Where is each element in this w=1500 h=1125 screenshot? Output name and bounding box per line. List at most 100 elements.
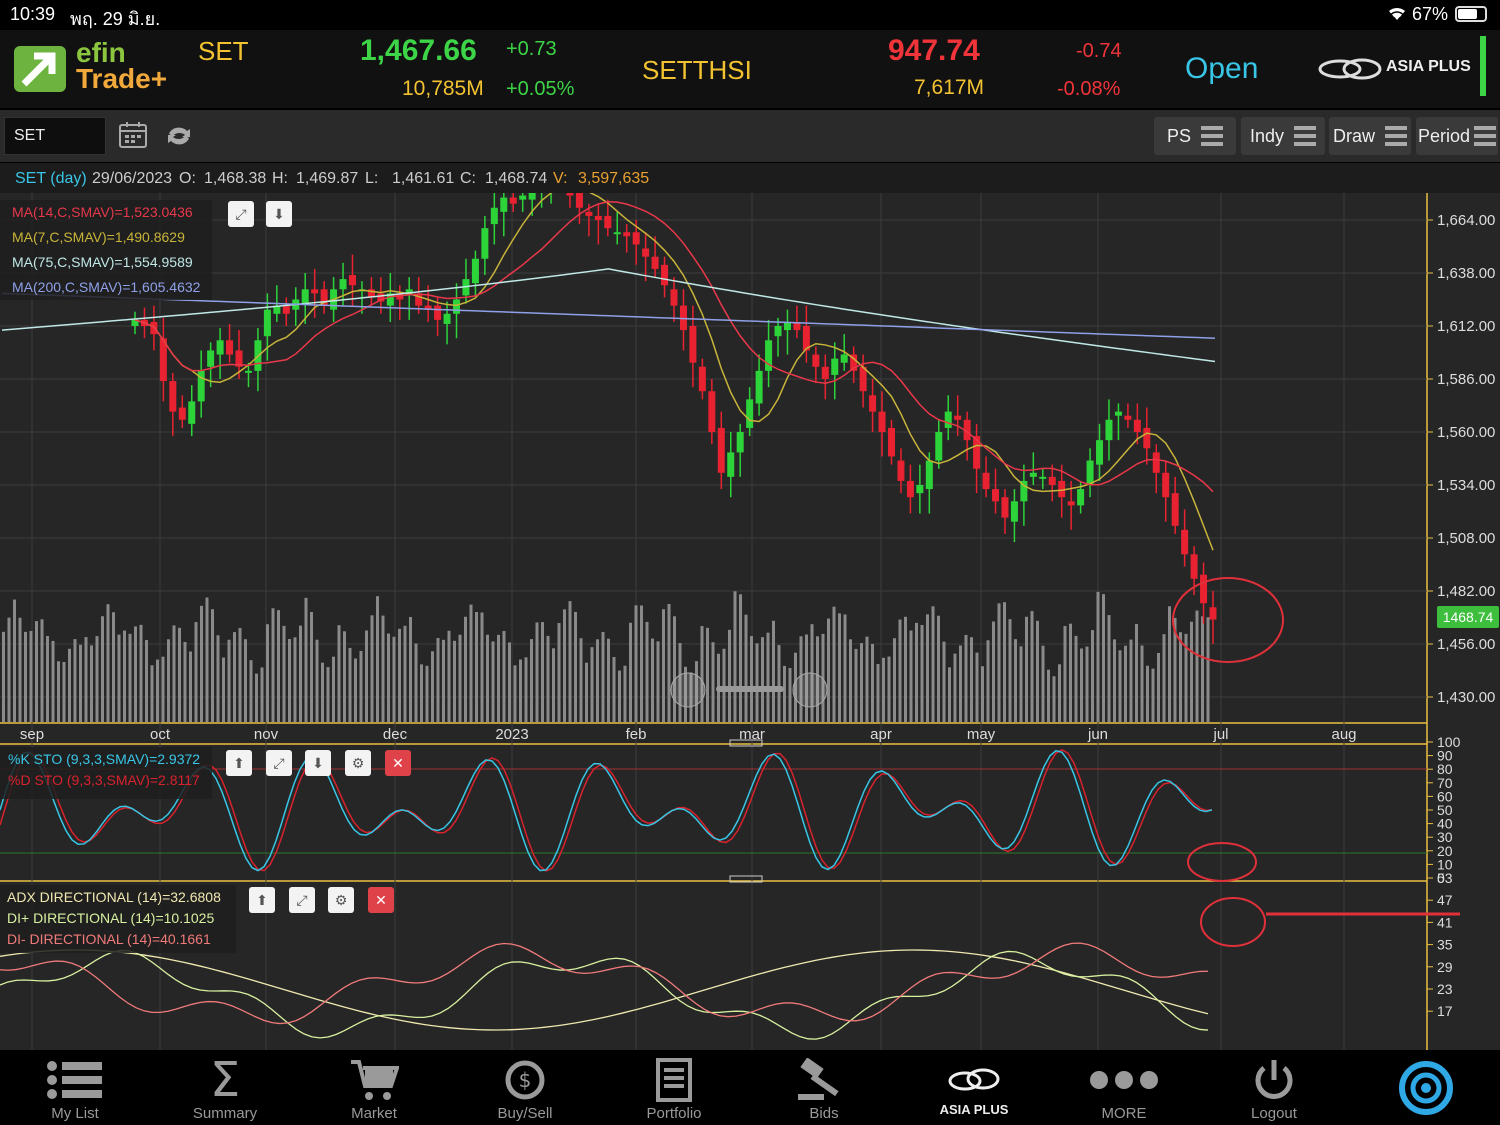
nav-portfolio[interactable]: Portfolio — [599, 1052, 749, 1125]
nav-summary[interactable]: Σ Summary — [150, 1052, 300, 1125]
x-tick-label: jul — [1212, 726, 1228, 743]
x-tick-label: dec — [383, 726, 408, 743]
refresh-icon[interactable] — [164, 122, 194, 150]
volume-bar — [750, 636, 753, 722]
nav-label: Logout — [1251, 1105, 1297, 1122]
x-tick-label: oct — [150, 726, 171, 743]
settings-gear-icon[interactable]: ⚙ — [328, 887, 354, 913]
market-status: Open — [1185, 52, 1259, 85]
volume-bar — [882, 657, 885, 722]
volume-bar — [326, 667, 330, 722]
candle-body — [1209, 607, 1217, 620]
candle-body — [528, 193, 536, 200]
volume-bar — [612, 657, 616, 722]
volume-bar — [431, 651, 434, 722]
calendar-icon[interactable] — [118, 120, 148, 150]
candle-body — [698, 366, 706, 392]
volume-bar — [442, 639, 445, 722]
arrow-up-icon[interactable]: ⬆ — [249, 887, 275, 913]
volume-bar — [1003, 602, 1006, 722]
scroll-handle — [716, 686, 784, 692]
candle-body — [755, 370, 763, 404]
nav-label: ASIA PLUS — [939, 1102, 1009, 1117]
volume-bar — [1069, 623, 1072, 722]
volume-bar — [178, 627, 181, 722]
volume-bar — [975, 652, 979, 722]
volume-bar — [964, 634, 968, 722]
volume-bar — [222, 657, 225, 722]
y-tick-label: 1,664.00 — [1437, 212, 1495, 229]
volume-bar — [46, 636, 49, 722]
adx-tick-label: 17 — [1437, 1003, 1453, 1019]
asiaplus-logo-icon — [1318, 54, 1382, 84]
volume-bar — [409, 616, 412, 722]
close-icon[interactable]: ✕ — [385, 750, 411, 776]
nav-bids[interactable]: Bids — [749, 1052, 899, 1125]
volume-bar — [73, 639, 77, 722]
volume-bar — [1047, 669, 1050, 722]
nav-market[interactable]: Market — [299, 1052, 449, 1125]
y-tick-label: 1,430.00 — [1437, 689, 1495, 706]
volume-bar — [161, 656, 165, 722]
volume-bar — [277, 610, 280, 722]
candle-body — [434, 305, 442, 320]
symbol-input[interactable] — [4, 117, 106, 155]
nav-logout[interactable]: Logout — [1199, 1052, 1349, 1125]
volume-bar — [29, 630, 33, 722]
indy-button[interactable]: Indy — [1241, 117, 1325, 155]
period-button[interactable]: Period — [1416, 117, 1498, 155]
candle-body — [1010, 501, 1018, 522]
market-header: efin Trade+ SET 1,467.66 +0.73 10,785M +… — [0, 30, 1500, 108]
settings-gear-icon[interactable]: ⚙ — [345, 750, 371, 776]
broker-name: ASIA PLUS — [1386, 58, 1471, 75]
nav-asiaplus[interactable]: ASIA PLUS — [899, 1052, 1049, 1125]
volume-bar — [997, 603, 1001, 722]
volume-bar — [13, 599, 16, 722]
volume-bar — [1041, 645, 1045, 722]
volume-bar — [7, 617, 11, 722]
index2-name[interactable]: SETTHSI — [642, 55, 752, 86]
volume-bar — [194, 622, 198, 722]
volume-bar — [662, 609, 665, 722]
adx-line — [0, 949, 1209, 1031]
candle-body — [282, 305, 290, 314]
arrow-down-icon[interactable]: ⬇ — [305, 750, 331, 776]
info-open-label: O: — [179, 170, 196, 187]
volume-bar — [1063, 625, 1067, 722]
nav-buy-sell[interactable]: $ Buy/Sell — [450, 1052, 600, 1125]
nav-my-list[interactable]: My List — [0, 1052, 150, 1125]
expand-icon[interactable]: ⤢ — [289, 887, 315, 913]
adx-tick-label: 35 — [1437, 937, 1453, 953]
volume-bar — [205, 597, 209, 722]
ps-button[interactable]: PS — [1154, 117, 1236, 155]
close-icon[interactable]: ✕ — [368, 887, 394, 913]
wifi-icon — [1386, 3, 1408, 28]
expand-icon[interactable]: ⤢ — [266, 750, 292, 776]
volume-bar — [1179, 632, 1182, 722]
candle-body — [651, 256, 659, 269]
expand-icon[interactable]: ⤢ — [228, 201, 254, 227]
current-price-tag: 1468.74 — [1437, 606, 1499, 628]
ps-label: PS — [1166, 125, 1191, 146]
candle-body — [263, 309, 271, 337]
index1-name[interactable]: SET — [198, 36, 249, 67]
volume-bar — [1080, 648, 1083, 722]
legend-sto-k: %K STO (9,3,3,SMAV)=2.9372 — [8, 751, 201, 767]
floating-menu-icon[interactable] — [1398, 1060, 1454, 1116]
volume-bar — [40, 619, 44, 722]
candle-body — [812, 354, 820, 367]
candle-body — [1171, 493, 1179, 526]
menu-icon — [1294, 126, 1317, 146]
arrow-up-icon[interactable]: ⬆ — [226, 750, 252, 776]
volume-bar — [711, 642, 715, 722]
draw-button[interactable]: Draw — [1329, 117, 1411, 155]
volume-bar — [491, 641, 495, 722]
nav-more[interactable]: MORE — [1049, 1052, 1199, 1125]
volume-bar — [392, 636, 396, 722]
x-tick-label: sep — [20, 726, 44, 743]
volume-bar — [475, 612, 478, 722]
volume-bar — [843, 614, 847, 722]
volume-bar — [370, 615, 374, 722]
volume-bar — [651, 638, 654, 722]
arrow-down-icon[interactable]: ⬇ — [266, 201, 292, 227]
